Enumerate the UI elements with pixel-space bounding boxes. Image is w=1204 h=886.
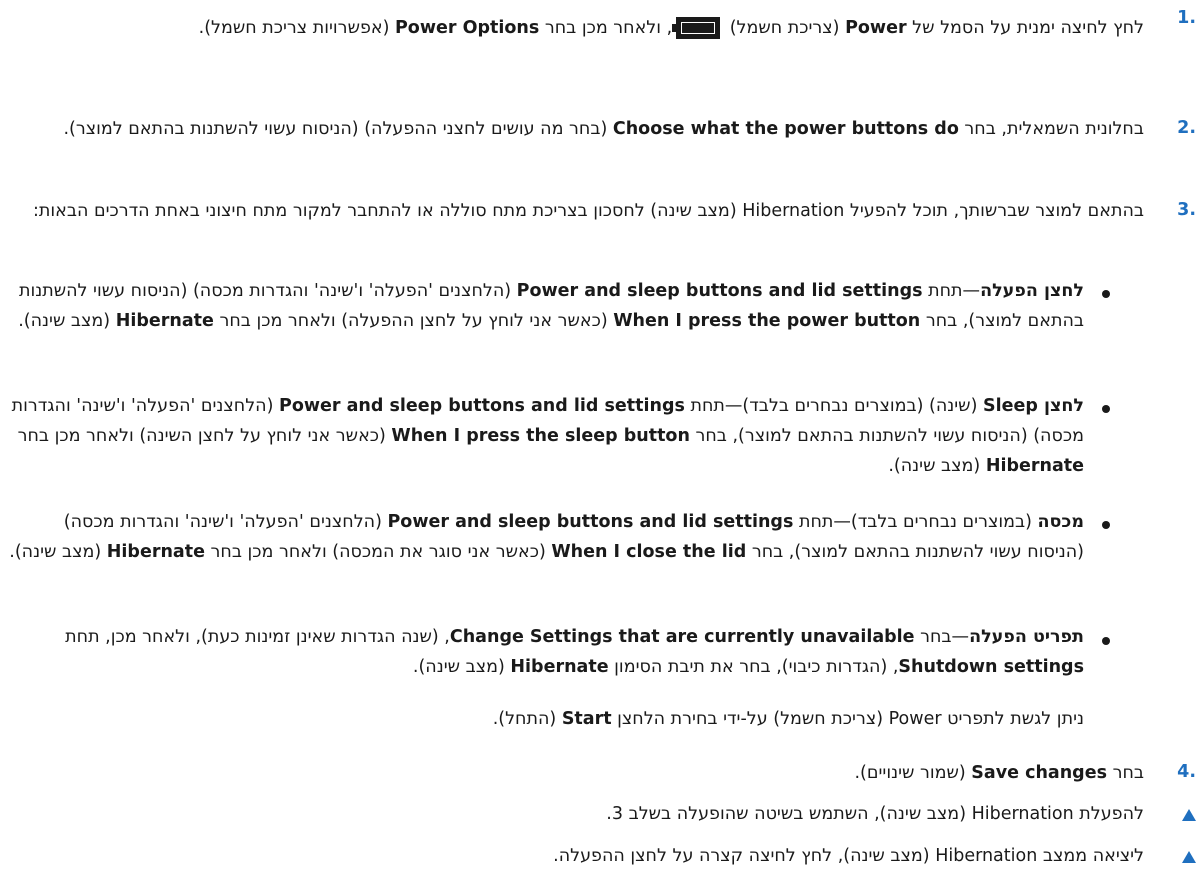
- document-page: 1. לחץ לחיצה ימנית על הסמל של Power (צרי…: [0, 0, 1204, 886]
- text-run: , ולאחר מכן בחר: [539, 18, 673, 38]
- bold-run: לחצן Sleep: [982, 396, 1084, 416]
- bold-run: Power: [845, 18, 907, 38]
- text-run: , (הגדרות כיבוי), בחר את תיבת הסימון: [608, 657, 899, 677]
- bullet-3-text: מכסה (במוצרים נבחרים בלבד)—תחת Power and…: [4, 507, 1084, 567]
- text-run: (כאשר אני סוגר את המכסה) ולאחר מכן בחר: [204, 542, 552, 562]
- bold-run: Save changes: [971, 763, 1107, 783]
- bold-run: When I press the power button: [613, 311, 921, 331]
- text-run: בחלונית השמאלית, בחר: [958, 119, 1144, 139]
- text-run: —בחר: [914, 627, 970, 647]
- step-4-number: 4.: [1177, 762, 1196, 782]
- bullet-1-dot: [1102, 290, 1110, 298]
- step-2-text: בחלונית השמאלית, בחר Choose what the pow…: [0, 114, 1144, 144]
- bold-run: Hibernate: [115, 311, 214, 331]
- result-2-text: ליציאה ממצב Hibernation (מצב שינה), לחץ …: [553, 846, 1144, 866]
- text-run: (מצב שינה).: [18, 311, 116, 331]
- bullet-1-text: לחצן הפעלה—תחת Power and sleep buttons a…: [4, 276, 1084, 336]
- bold-run: Power Options: [394, 18, 540, 38]
- text-run: (אפשרויות צריכת חשמל).: [198, 18, 395, 38]
- text-run: (בחר מה עושים לחצני ההפעלה) (הניסוח עשוי…: [63, 119, 613, 139]
- text-run: ניתן לגשת לתפריט Power (צריכת חשמל) על-י…: [611, 709, 1084, 729]
- bold-run: Hibernate: [510, 657, 609, 677]
- bold-run: Change Settings that are currently unava…: [449, 627, 915, 647]
- text-run: בחר: [1107, 763, 1144, 783]
- text-run: בהתאם למוצר שברשותך, תוכל להפעיל Hiberna…: [32, 201, 1144, 221]
- bold-run: Choose what the power buttons do: [612, 119, 959, 139]
- bullet-4-text: תפריט הפעלה—בחר Change Settings that are…: [4, 622, 1084, 682]
- step-3-number: 3.: [1177, 200, 1196, 220]
- result-1-text: להפעלת Hibernation (מצב שינה), השתמש בשי…: [606, 804, 1144, 824]
- bold-run: מכסה: [1037, 512, 1085, 532]
- text-run: (מצב שינה).: [888, 456, 986, 476]
- text-run: (שמור שינויים).: [854, 763, 972, 783]
- bold-run: Power and sleep buttons and lid settings: [387, 512, 794, 532]
- battery-icon: [672, 17, 721, 39]
- bold-run: Shutdown settings: [898, 657, 1084, 677]
- text-run: (צריכת חשמל): [724, 18, 846, 38]
- bold-run: Hibernate: [106, 542, 205, 562]
- bold-run: When I close the lid: [551, 542, 747, 562]
- result-1-triangle-icon: [1182, 809, 1196, 821]
- text-run: —תחת: [922, 281, 981, 301]
- result-2-triangle-icon: [1182, 851, 1196, 863]
- text-run: (מצב שינה).: [9, 542, 107, 562]
- text-run: (כאשר אני לוחץ על לחצן השינה) ולאחר מכן …: [17, 426, 392, 446]
- step-2-number: 2.: [1177, 118, 1196, 138]
- step-1-text: לחץ לחיצה ימנית על הסמל של Power (צריכת …: [4, 4, 1144, 52]
- bullet-4-dot: [1102, 637, 1110, 645]
- bold-run: תפריט הפעלה: [969, 627, 1084, 647]
- bullet-3-dot: [1102, 521, 1110, 529]
- bold-run: When I press the sleep button: [391, 426, 690, 446]
- note-text: ניתן לגשת לתפריט Power (צריכת חשמל) על-י…: [4, 704, 1084, 734]
- text-run: , (שנה הגדרות שאינן זמינות כעת), ולאחר מ…: [65, 627, 450, 647]
- bold-run: Power and sleep buttons and lid settings: [516, 281, 923, 301]
- text-run: (מצב שינה).: [412, 657, 511, 677]
- step-1-number: 1.: [1177, 8, 1196, 28]
- text-run: (שינה) (במוצרים נבחרים בלבד)—תחת: [684, 396, 983, 416]
- text-run: (כאשר אני לוחץ על לחצן ההפעלה) ולאחר מכן…: [213, 311, 614, 331]
- step-4-text: בחר Save changes (שמור שינויים).: [4, 758, 1144, 788]
- bold-run: לחצן הפעלה: [980, 281, 1084, 301]
- bullet-2-dot: [1102, 405, 1110, 413]
- text-run: לחץ לחיצה ימנית על הסמל של: [906, 18, 1144, 38]
- bullet-2-text: לחצן Sleep (שינה) (במוצרים נבחרים בלבד)—…: [0, 391, 1084, 481]
- text-run: (במוצרים נבחרים בלבד)—תחת: [793, 512, 1038, 532]
- bold-run: Power and sleep buttons and lid settings: [279, 396, 685, 416]
- bold-run: Start: [561, 709, 612, 729]
- text-run: (התחל).: [492, 709, 562, 729]
- step-3-text: בהתאם למוצר שברשותך, תוכל להפעיל Hiberna…: [0, 196, 1144, 226]
- bold-run: Hibernate: [985, 456, 1084, 476]
